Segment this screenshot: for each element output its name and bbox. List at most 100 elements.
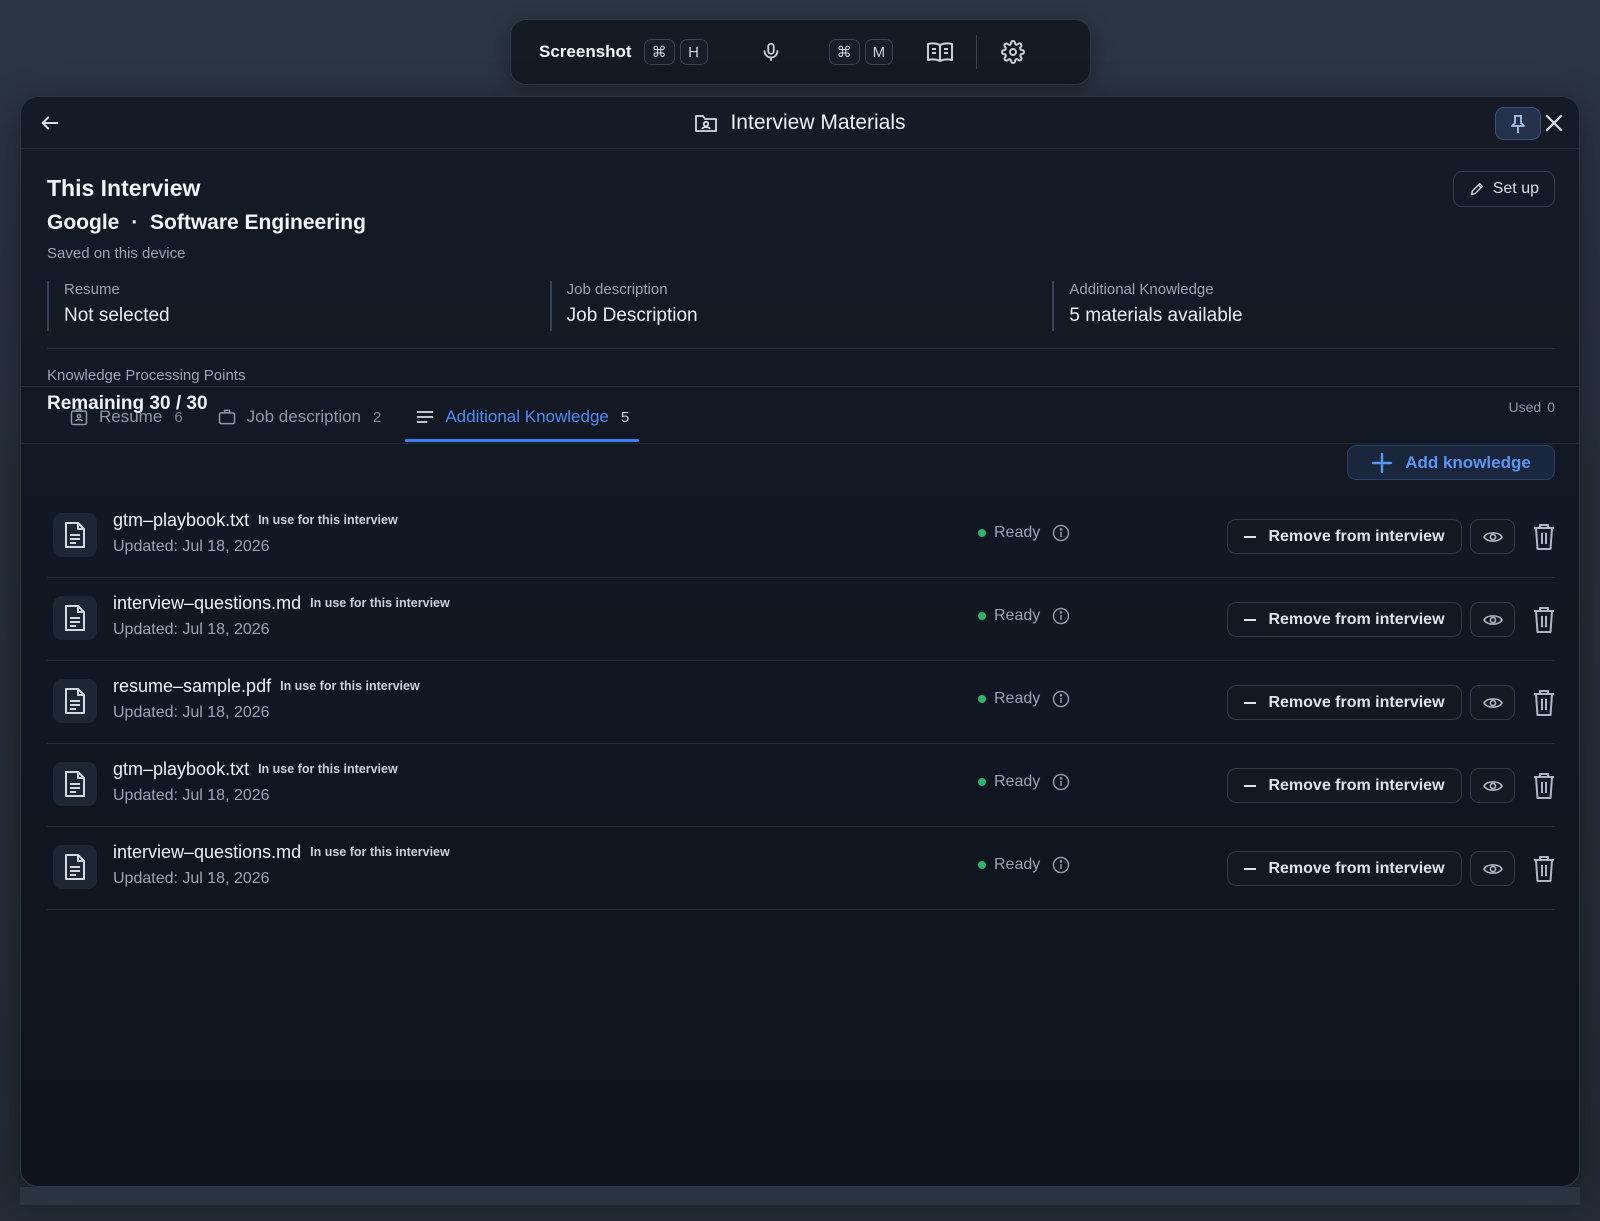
minus-icon [1244,784,1257,787]
status-label: Ready [994,856,1041,873]
tab-additional-knowledge[interactable]: Additional Knowledge 5 [405,395,640,442]
close-icon[interactable] [1541,110,1567,136]
remove-from-interview-button[interactable]: Remove from interview [1227,768,1462,803]
delete-button[interactable] [1524,519,1564,554]
document-icon [53,762,97,806]
remove-label: Remove from interview [1268,527,1445,545]
tab-count: 2 [373,408,382,426]
delete-button[interactable] [1524,685,1564,720]
status-dot [978,529,986,537]
briefcase-icon [217,407,237,427]
panel-title-group: Interview Materials [694,111,906,135]
remove-from-interview-button[interactable]: Remove from interview [1227,851,1462,886]
info-icon[interactable] [1052,773,1070,791]
company-name: Google [47,211,120,234]
file-name[interactable]: interview–questions.md [113,593,301,613]
tab-resume[interactable]: Resume 6 [63,395,189,439]
separator-dot: · [131,211,139,234]
status-indicator: Ready [978,524,1070,542]
status-indicator: Ready [978,607,1070,625]
eye-icon [1482,530,1503,544]
status-label: Ready [994,607,1041,624]
preview-eye-button[interactable] [1470,851,1515,886]
toolbar-divider [976,35,978,69]
tab-count: 5 [620,408,630,426]
file-name[interactable]: gtm–playbook.txt [113,510,249,530]
stats-row: Resume Not selected Job description Job … [47,281,1555,331]
info-icon[interactable] [1052,607,1070,625]
status-dot [978,778,986,786]
setup-button[interactable]: Set up [1452,171,1555,207]
status-label: Ready [994,773,1041,790]
file-updated: Updated: Jul 18, 2026 [113,704,270,721]
file-name[interactable]: gtm–playbook.txt [113,759,249,779]
document-icon [53,513,97,557]
tabs-divider [21,443,1579,444]
file-name[interactable]: resume–sample.pdf [113,676,271,696]
info-icon[interactable] [1052,856,1070,874]
file-updated: Updated: Jul 18, 2026 [113,621,270,638]
remove-from-interview-button[interactable]: Remove from interview [1227,519,1462,554]
stat-value: 5 materials available [1069,305,1243,326]
pencil-icon [1469,181,1485,197]
shortcut-modifier-key-2: ⌘ [828,39,860,65]
delete-button[interactable] [1524,602,1564,637]
eye-icon [1482,862,1503,876]
tab-label: Resume [99,407,163,426]
file-updated: Updated: Jul 18, 2026 [113,538,270,555]
minus-icon [1244,701,1257,704]
add-knowledge-button[interactable]: Add knowledge [1347,445,1555,480]
remove-label: Remove from interview [1268,859,1445,877]
tab-job-description[interactable]: Job description 2 [211,395,388,439]
list-item: interview–questions.md In use for this in… [47,827,1555,910]
list-item: gtm–playbook.txt In use for this intervie… [47,744,1555,827]
stat-job-description: Job description Job Description [549,281,1053,331]
used-value: 0 [1547,399,1555,415]
remove-label: Remove from interview [1268,610,1445,628]
back-arrow-icon[interactable] [37,110,63,136]
stat-value: Job Description [566,305,698,326]
document-icon [53,845,97,889]
preview-eye-button[interactable] [1470,768,1515,803]
screenshot-label[interactable]: Screenshot [539,42,632,62]
list-item: interview–questions.md In use for this in… [47,578,1555,661]
tab-label: Job description [246,407,361,426]
delete-button[interactable] [1524,768,1564,803]
file-updated: Updated: Jul 18, 2026 [113,787,270,804]
add-knowledge-label: Add knowledge [1405,452,1531,472]
file-name-line: gtm–playbook.txt In use for this intervie… [113,759,398,780]
remove-label: Remove from interview [1268,776,1445,794]
materials-list: gtm–playbook.txt In use for this intervie… [47,495,1555,910]
remove-from-interview-button[interactable]: Remove from interview [1227,602,1462,637]
document-icon [53,596,97,640]
folder-user-icon [694,112,718,134]
remove-from-interview-button[interactable]: Remove from interview [1227,685,1462,720]
status-label: Ready [994,524,1041,541]
info-icon[interactable] [1052,524,1070,542]
preview-eye-button[interactable] [1470,519,1515,554]
pin-icon[interactable] [1495,107,1541,140]
status-label: Ready [994,690,1041,707]
file-name-line: interview–questions.md In use for this in… [113,842,450,863]
gear-icon[interactable] [999,38,1027,66]
setup-label: Set up [1492,180,1539,197]
file-name[interactable]: interview–questions.md [113,842,301,862]
stat-resume: Resume Not selected [47,281,550,331]
remove-label: Remove from interview [1268,693,1445,711]
list-item: gtm–playbook.txt In use for this intervie… [47,495,1555,578]
floating-toolbar: Screenshot ⌘ H ⌘ M [510,19,1091,85]
info-icon[interactable] [1052,690,1070,708]
panel-titlebar: Interview Materials [21,97,1579,149]
preview-eye-button[interactable] [1470,602,1515,637]
trash-icon [1532,855,1556,883]
delete-button[interactable] [1524,851,1564,886]
stat-value: Not selected [64,305,170,326]
stat-label: Resume [64,281,120,298]
section-divider [21,386,1579,387]
status-dot [978,612,986,620]
trash-icon [1532,772,1556,800]
document-icon [53,679,97,723]
book-icon[interactable] [926,38,954,66]
preview-eye-button[interactable] [1470,685,1515,720]
microphone-icon[interactable] [757,38,785,66]
